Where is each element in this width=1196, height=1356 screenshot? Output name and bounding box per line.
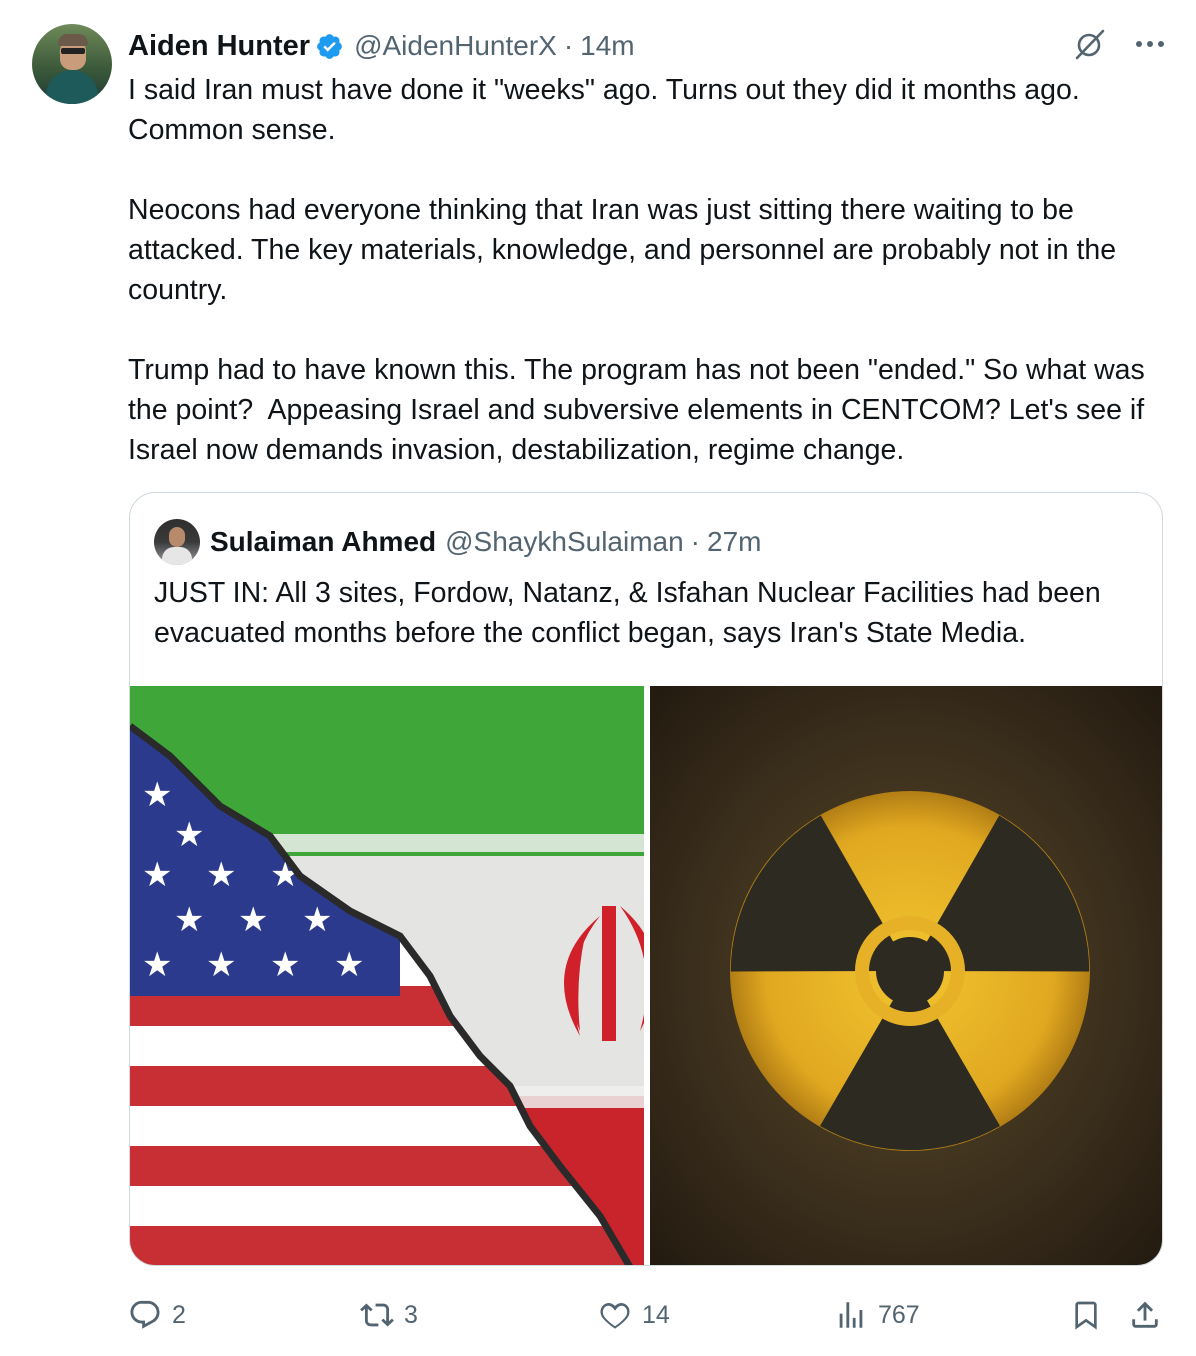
- reply-count: 2: [172, 1300, 186, 1329]
- author-name[interactable]: Aiden Hunter: [128, 30, 310, 63]
- quoted-tweet-text: JUST IN: All 3 sites, Fordow, Natanz, & …: [154, 577, 1101, 649]
- reply-icon: [130, 1300, 160, 1329]
- share-button[interactable]: [1128, 1290, 1172, 1340]
- quoted-author-name: Sulaiman Ahmed: [210, 526, 437, 557]
- views-button[interactable]: 767: [834, 1290, 920, 1340]
- more-icon[interactable]: [1134, 39, 1166, 49]
- share-icon: [1132, 1301, 1158, 1328]
- quoted-media: ★ ★ ★ ★ ★ ★ ★ ★ ★ ★ ★ ★: [130, 686, 1162, 1265]
- svg-text:★: ★: [174, 815, 204, 855]
- separator-dot: ·: [563, 30, 574, 61]
- svg-text:★: ★: [270, 945, 300, 985]
- tweet-time[interactable]: 14m: [580, 30, 634, 62]
- quoted-author-handle: @ShaykhSulaiman: [445, 526, 684, 557]
- tweet-text: I said Iran must have done it "weeks" ag…: [128, 74, 1145, 466]
- author-handle[interactable]: @AidenHunterX: [354, 30, 557, 62]
- us-iran-flags-image[interactable]: ★ ★ ★ ★ ★ ★ ★ ★ ★ ★ ★ ★: [130, 686, 644, 1265]
- bookmark-button[interactable]: [1070, 1290, 1112, 1340]
- reply-button[interactable]: 2: [128, 1290, 186, 1340]
- views-icon: [839, 1302, 863, 1328]
- radiation-symbol-image[interactable]: [650, 686, 1162, 1265]
- svg-text:★: ★: [142, 945, 172, 985]
- repost-icon: [360, 1303, 394, 1327]
- svg-text:★: ★: [206, 855, 236, 895]
- repost-count: 3: [404, 1300, 418, 1329]
- svg-text:★: ★: [238, 900, 268, 940]
- views-count: 767: [878, 1300, 920, 1329]
- like-icon: [600, 1302, 630, 1329]
- like-count: 14: [642, 1300, 670, 1329]
- grok-icon[interactable]: [1072, 26, 1108, 62]
- author-avatar[interactable]: [32, 24, 112, 104]
- svg-text:★: ★: [142, 855, 172, 895]
- tweet-actions: 2 3 14 767: [128, 1290, 1168, 1340]
- svg-text:★: ★: [334, 945, 364, 985]
- svg-text:★: ★: [206, 945, 236, 985]
- quoted-tweet-time: 27m: [707, 526, 762, 557]
- svg-text:★: ★: [174, 900, 204, 940]
- separator-dot: ·: [690, 526, 700, 557]
- svg-text:★: ★: [302, 900, 332, 940]
- verified-badge-icon: [317, 33, 342, 59]
- repost-button[interactable]: 3: [360, 1290, 418, 1340]
- quoted-tweet-header: Sulaiman Ahmed @ShaykhSulaiman · 27m: [154, 519, 761, 565]
- quoted-author-avatar: [154, 519, 200, 565]
- bookmark-icon: [1075, 1301, 1097, 1330]
- like-button[interactable]: 14: [598, 1290, 670, 1340]
- tweet-header: Aiden Hunter @AidenHunterX · 14m: [128, 26, 635, 66]
- svg-text:★: ★: [142, 775, 172, 815]
- quoted-tweet[interactable]: Sulaiman Ahmed @ShaykhSulaiman · 27m JUS…: [129, 492, 1163, 1266]
